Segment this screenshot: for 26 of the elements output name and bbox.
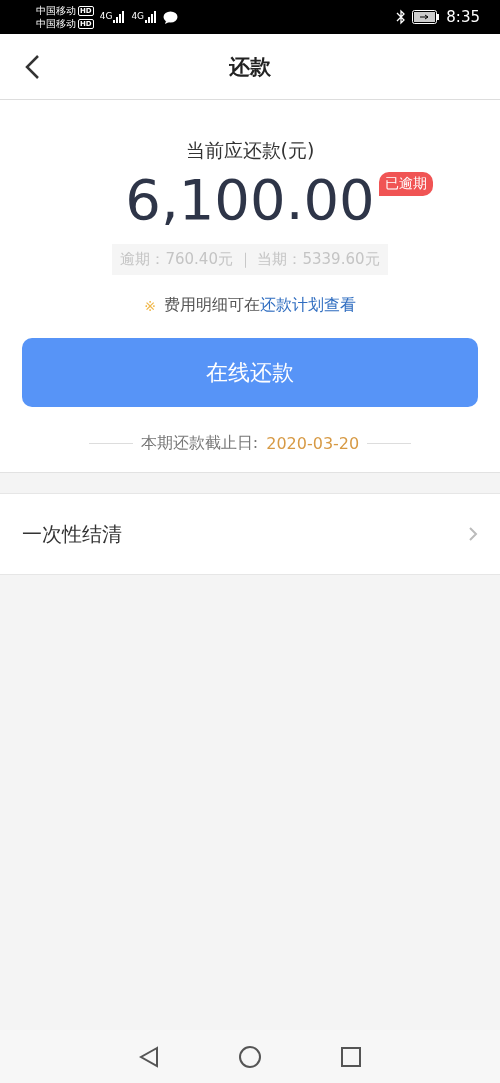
fee-note: 费用明细可在还款计划查看 xyxy=(163,295,356,316)
back-icon[interactable] xyxy=(24,54,40,80)
back-icon[interactable] xyxy=(139,1045,159,1068)
carrier-name: 中国移动 xyxy=(36,17,76,30)
repayment-plan-link[interactable]: 还款计划查看 xyxy=(259,295,356,314)
recents-icon[interactable] xyxy=(341,1046,361,1067)
note-mark: ※ xyxy=(144,297,156,314)
pay-online-button[interactable]: 在线还款 xyxy=(22,338,478,407)
page-title: 还款 xyxy=(229,53,271,81)
home-icon[interactable] xyxy=(239,1045,261,1068)
deadline-label: 本期还款截止日: xyxy=(140,433,259,454)
amount-due: 6,100.00 xyxy=(125,167,375,232)
network-type: 4G xyxy=(99,11,113,21)
signal-icon xyxy=(113,11,126,23)
bluetooth-icon xyxy=(396,9,407,25)
chat-icon xyxy=(163,10,179,24)
deadline-date: 2020-03-20 xyxy=(266,434,360,453)
chevron-icon xyxy=(468,526,478,542)
clock: 8:35 xyxy=(446,8,480,26)
settle-option[interactable]: 一次性结清 xyxy=(0,493,500,575)
overdue-badge: 已逾期 xyxy=(378,172,433,196)
signal-icon xyxy=(145,11,158,23)
carrier-name: 中国移动 xyxy=(36,4,76,17)
amount-label: 当前应还款(元) xyxy=(185,138,315,163)
battery-icon xyxy=(412,10,441,24)
network-type: 4G xyxy=(131,11,145,21)
